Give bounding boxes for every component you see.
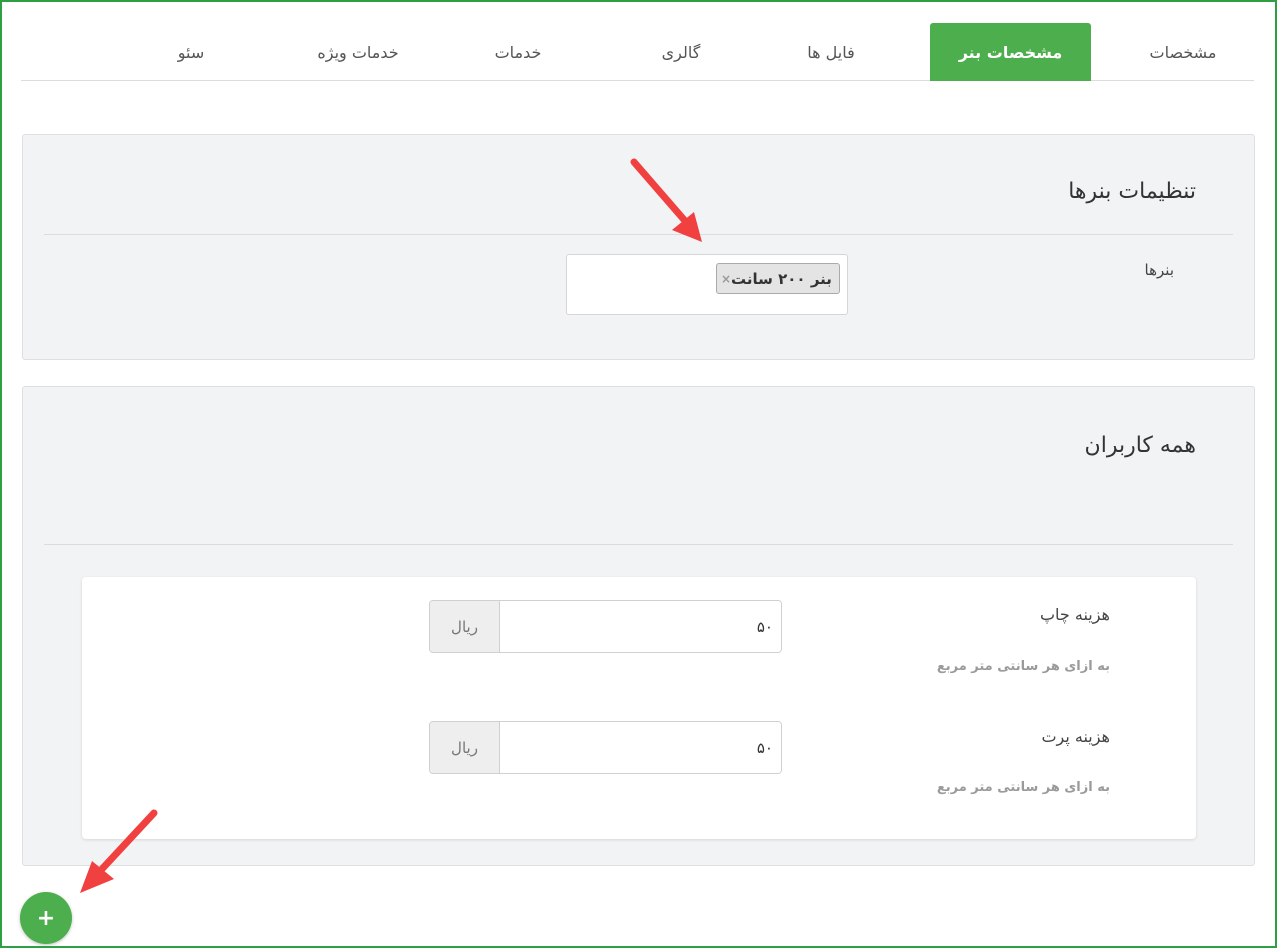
tab-services[interactable]: خدمات [448, 23, 588, 81]
tag-remove-icon[interactable]: × [721, 272, 731, 286]
banner-settings-title: تنظیمات بنرها [1068, 179, 1196, 204]
all-users-panel: همه کاربران هزینه چاپ ریال به ازای هر سا… [22, 386, 1255, 866]
waste-cost-label: هزینه پرت [1041, 727, 1110, 746]
banner-settings-panel: تنظیمات بنرها بنرها بنر ۲۰۰ سانت × [22, 134, 1255, 360]
tab-gallery[interactable]: گالری [611, 23, 751, 81]
tab-bar: مشخصات مشخصات بنر فایل ها گالری خدمات خد… [21, 22, 1254, 81]
tab-specifications[interactable]: مشخصات [1112, 23, 1254, 81]
waste-cost-input-group: ریال [429, 721, 782, 774]
banners-field-label: بنرها [1144, 261, 1174, 279]
tab-files[interactable]: فایل ها [761, 23, 901, 81]
print-cost-input[interactable] [500, 601, 781, 652]
print-cost-unit: ریال [430, 601, 500, 652]
waste-cost-unit: ریال [430, 722, 500, 773]
divider [44, 544, 1233, 545]
tab-banner-specifications[interactable]: مشخصات بنر [930, 23, 1091, 81]
waste-cost-help: به ازای هر سانتی متر مربع [936, 780, 1110, 795]
waste-cost-input[interactable] [500, 722, 781, 773]
tab-seo[interactable]: سئو [141, 23, 241, 81]
add-button[interactable]: + [20, 892, 72, 944]
print-cost-help: به ازای هر سانتی متر مربع [936, 659, 1110, 674]
banners-multiselect[interactable]: بنر ۲۰۰ سانت × [566, 254, 848, 315]
selected-banner-tag: بنر ۲۰۰ سانت × [716, 263, 840, 294]
tab-special-services[interactable]: خدمات ویژه [278, 23, 438, 81]
print-cost-label: هزینه چاپ [1039, 605, 1110, 624]
pricing-card: هزینه چاپ ریال به ازای هر سانتی متر مربع… [82, 577, 1196, 839]
all-users-title: همه کاربران [1084, 433, 1196, 458]
divider [44, 234, 1233, 235]
tag-label: بنر ۲۰۰ سانت [731, 269, 832, 288]
print-cost-input-group: ریال [429, 600, 782, 653]
